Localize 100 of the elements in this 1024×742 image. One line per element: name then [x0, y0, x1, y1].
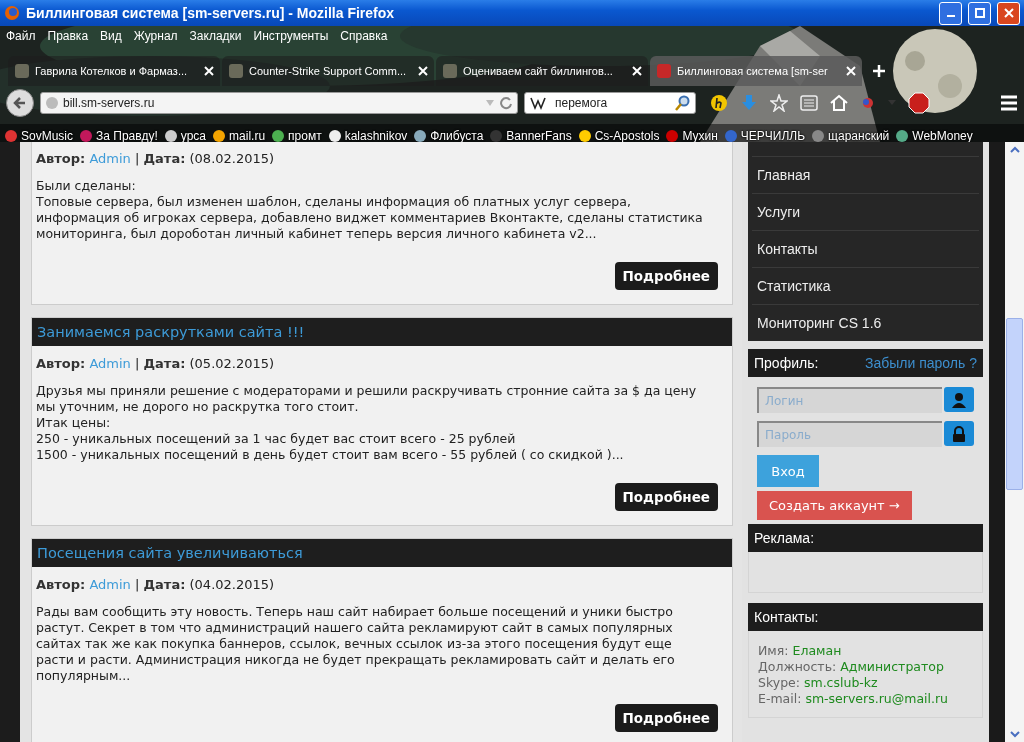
- bookmark[interactable]: Мухин: [665, 129, 718, 142]
- scrollbar[interactable]: [1005, 142, 1024, 742]
- menu-item[interactable]: Закладки: [189, 29, 242, 43]
- post-title[interactable]: Посещения сайта увеличиваються: [32, 539, 732, 567]
- menu-link[interactable]: Услуги: [752, 193, 979, 230]
- menu-link[interactable]: Главная: [752, 156, 979, 193]
- globe-icon: [45, 96, 59, 110]
- more-button[interactable]: Подробнее: [614, 704, 718, 732]
- bookmark-label: kalashnikov: [344, 129, 408, 142]
- h-circle-icon[interactable]: [710, 94, 728, 112]
- bookmark-label: ЧЕРЧИЛЛЬ: [740, 129, 806, 142]
- menu-link[interactable]: Мониторинг CS 1.6: [752, 304, 979, 341]
- list-icon[interactable]: [800, 94, 818, 112]
- menu-link[interactable]: Статистика: [752, 267, 979, 304]
- address-bar[interactable]: bill.sm-servers.ru: [40, 92, 518, 114]
- browser-tab[interactable]: Биллинговая система [sm-ser: [650, 56, 862, 86]
- close-icon: [1003, 8, 1014, 18]
- bookmark[interactable]: WebMoney: [895, 129, 973, 142]
- lock-icon: [944, 421, 974, 446]
- register-button[interactable]: Создать аккаунт →: [757, 491, 912, 520]
- bookmark-icon: [895, 129, 910, 142]
- search-field[interactable]: перемога: [524, 92, 696, 114]
- section-title: Контакты:: [754, 609, 819, 625]
- scroll-thumb[interactable]: [1006, 318, 1023, 490]
- close-icon[interactable]: [204, 66, 214, 76]
- menu-item[interactable]: Файл: [6, 29, 36, 43]
- close-icon[interactable]: [418, 66, 428, 76]
- post-title[interactable]: Занимаемся раскрутками сайта !!!: [32, 318, 732, 346]
- bookmark[interactable]: mail.ru: [212, 129, 266, 142]
- post-text: 1500 - уникальных посещений в день будет стоит вам всего - 55 рублей ( со скидкой )...: [36, 447, 625, 463]
- new-tab-icon[interactable]: [872, 64, 886, 78]
- bookmark-label: Мухин: [682, 129, 718, 142]
- minimize-icon: [946, 15, 955, 17]
- menu-item[interactable]: Вид: [100, 29, 122, 43]
- browser-tab[interactable]: Counter-Strike Support Comm...: [222, 56, 434, 86]
- bookmark[interactable]: ЧЕРЧИЛЛЬ: [723, 129, 806, 142]
- bookmark[interactable]: урса: [163, 129, 207, 142]
- section-title: Реклама:: [754, 530, 815, 546]
- bookmark-label: SovMusic: [21, 129, 73, 142]
- contact-label: Имя:: [758, 643, 789, 658]
- more-button[interactable]: Подробнее: [614, 483, 718, 511]
- section-title: Профиль:: [754, 355, 819, 371]
- user-icon: [944, 387, 974, 412]
- post-text: Итак цены:: [36, 415, 112, 431]
- browser-tab[interactable]: Оцениваем сайт биллингов...: [436, 56, 648, 86]
- contact-label: Skype:: [758, 675, 800, 690]
- bookmark[interactable]: За Правду!: [79, 129, 158, 142]
- close-button[interactable]: [997, 1, 1020, 25]
- extension-icon[interactable]: [860, 95, 876, 111]
- bookmark[interactable]: Cs-Apostols: [577, 129, 660, 142]
- bookmark-label: Cs-Apostols: [594, 129, 660, 142]
- home-icon[interactable]: [830, 94, 848, 112]
- contact-value: sm.cslub-kz: [803, 675, 878, 690]
- contact-label: Должность:: [758, 659, 837, 674]
- contact-value: Администратор: [840, 659, 944, 674]
- browser-tab[interactable]: Гаврила Котелков и Фармаз...: [8, 56, 220, 86]
- bookmark-label: урса: [180, 129, 207, 142]
- bookmark-label: промт: [288, 129, 322, 142]
- menu-icon[interactable]: [1000, 95, 1018, 111]
- minimize-button[interactable]: [939, 1, 962, 25]
- bookmark[interactable]: щаранский: [811, 129, 890, 142]
- separator: |: [135, 151, 140, 166]
- close-icon[interactable]: [846, 66, 856, 76]
- separator: |: [135, 356, 140, 371]
- menu-link[interactable]: Контакты: [752, 230, 979, 267]
- bookmark[interactable]: BannerFans: [489, 129, 572, 142]
- menu-item[interactable]: Инструменты: [253, 29, 329, 43]
- bookmark-icon: [271, 129, 286, 142]
- window-title: Биллинговая система [sm-servers.ru] - Mozilla Firefox: [26, 5, 396, 21]
- post-text: Были сделаны:: [36, 178, 137, 194]
- forgot-password-link[interactable]: Забыли пароль ?: [865, 355, 977, 371]
- maximize-button[interactable]: [968, 1, 991, 25]
- bookmark[interactable]: SovMusic: [4, 129, 73, 142]
- bookmark-label: Флибуста: [430, 129, 484, 142]
- more-button[interactable]: Подробнее: [614, 262, 718, 290]
- favicon-icon: [228, 63, 244, 79]
- bookmark-label: щаранский: [828, 129, 890, 142]
- separator: |: [135, 577, 140, 592]
- close-icon[interactable]: [632, 66, 642, 76]
- password-field[interactable]: Пароль: [757, 421, 942, 447]
- bookmark-icon: [577, 129, 592, 142]
- favicon-icon: [442, 63, 458, 79]
- post-text: Рады вам сообщить эту новость. Теперь наш сайт набирает больше посещений и уники быстро растут. Секрет в том что администраций нашего сайта рекламируют сайт в самых популярных сайтах так же как покупка баннеров, ссылок, вечных ссылок из-за этого посещения будут еще расти и расти. Администрация никогда не будет прекращать рекламировать сайт и делать его популярным...: [36, 604, 676, 684]
- menu-item[interactable]: Правка: [47, 29, 89, 43]
- contact-value: sm-servers.ru@mail.ru: [805, 691, 949, 706]
- bookmark[interactable]: kalashnikov: [327, 129, 408, 142]
- bookmark-icon: [413, 129, 428, 142]
- login-field[interactable]: Логин: [757, 387, 942, 413]
- bookmark[interactable]: промт: [271, 129, 322, 142]
- reload-icon[interactable]: [499, 96, 513, 110]
- menu-item[interactable]: Справка: [340, 29, 388, 43]
- star-icon[interactable]: [770, 94, 788, 112]
- post-text: Топовые сервера, был изменен шаблон, сделаны информация об платных услуг сервера, информация об игроках сервера, добавлено виджет комментариев Вконтакте, сделаны статистика мониторинга, был дороботан личный кабинет теперь версия личного кабинета v2...: [36, 194, 704, 242]
- search-icon[interactable]: [675, 95, 691, 111]
- favicon-icon: [656, 63, 672, 79]
- bookmark-label: WebMoney: [912, 129, 973, 142]
- bookmark[interactable]: Флибуста: [413, 129, 484, 142]
- contact-value: Еламан: [792, 643, 842, 658]
- menu-item[interactable]: Журнал: [133, 29, 178, 43]
- adblock-icon[interactable]: [908, 92, 930, 114]
